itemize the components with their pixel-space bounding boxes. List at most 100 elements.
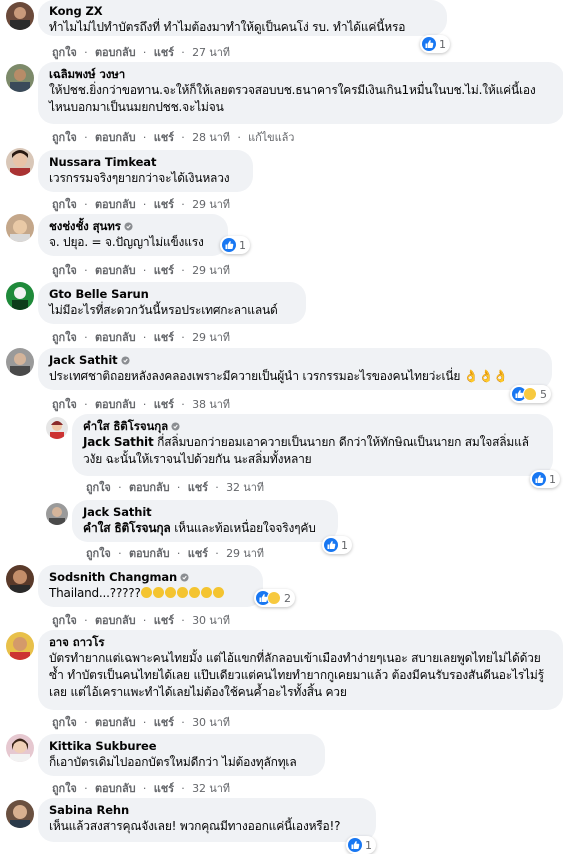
reply-button[interactable]: ตอบกลับ — [95, 46, 136, 59]
share-button[interactable]: แชร์ — [154, 198, 174, 211]
avatar[interactable] — [6, 800, 34, 828]
comment-time[interactable]: 38 นาที — [192, 398, 230, 411]
avatar[interactable] — [6, 734, 34, 762]
comment-time[interactable]: 29 นาที — [226, 547, 264, 560]
like-button[interactable]: ถูกใจ — [52, 331, 77, 344]
reply-button[interactable]: ตอบกลับ — [95, 264, 136, 277]
share-button[interactable]: แชร์ — [154, 331, 174, 344]
reply-button[interactable]: ตอบกลับ — [95, 614, 136, 627]
like-button[interactable]: ถูกใจ — [52, 46, 77, 59]
comment-text: บัตรทำยากแต่เฉพาะคนไทยมั้ง แต่ไอ้แขกที่ล… — [49, 651, 544, 699]
comment-text: Thailand...????? — [49, 585, 252, 602]
comment-time[interactable]: 30 นาที — [192, 614, 230, 627]
verified-icon — [124, 222, 133, 231]
avatar[interactable] — [6, 282, 34, 310]
comment-bubble: Kittika Sukburee ก็เอาบัตรเดิมไปออกบัตรใ… — [38, 734, 325, 776]
reply-button[interactable]: ตอบกลับ — [129, 547, 170, 560]
share-button[interactable]: แชร์ — [154, 614, 174, 627]
comment-author[interactable]: Gto Belle Sarun — [49, 287, 295, 302]
edited-label[interactable]: แก้ไขแล้ว — [248, 131, 294, 144]
comment-actions: ถูกใจ · ตอบกลับ · แชร์ · 38 นาที — [52, 398, 230, 411]
reply-button[interactable]: ตอบกลับ — [95, 131, 136, 144]
comment-time[interactable]: 32 นาที — [226, 481, 264, 494]
comment-bubble: เฉลิมพงษ์ วงษา ให้ปชช.ยิ่งกว่าขอทาน.จะให… — [38, 62, 563, 124]
comment-time[interactable]: 29 นาที — [192, 331, 230, 344]
comment-author[interactable]: Kong ZX — [49, 4, 436, 19]
comment-bubble: Kong ZX ทำไมไม่ไปทำบัตรถึงที่ ทำไมต้องมา… — [38, 0, 447, 36]
reply-button[interactable]: ตอบกลับ — [95, 716, 136, 729]
avatar[interactable] — [6, 348, 34, 376]
comment-actions: ถูกใจ · ตอบกลับ · แชร์ · 32 นาที — [52, 782, 230, 795]
comment-author[interactable]: Sodsnith Changman — [49, 570, 252, 585]
share-button[interactable]: แชร์ — [154, 46, 174, 59]
like-button[interactable]: ถูกใจ — [52, 716, 77, 729]
avatar[interactable] — [46, 503, 68, 525]
comment-time[interactable]: 28 นาที — [192, 131, 230, 144]
mention-link[interactable]: Jack Sathit — [83, 435, 154, 449]
avatar[interactable] — [6, 632, 34, 660]
avatar[interactable] — [6, 64, 34, 92]
comment-author[interactable]: คำใส ธิติโรจนกุล — [83, 419, 542, 434]
comment-author[interactable]: เฉลิมพงษ์ วงษา — [49, 67, 553, 82]
comment-author[interactable]: Kittika Sukburee — [49, 739, 314, 754]
comment-actions: ถูกใจ · ตอบกลับ · แชร์ · 30 นาที — [52, 716, 230, 729]
avatar[interactable] — [6, 565, 34, 593]
reply-button[interactable]: ตอบกลับ — [95, 398, 136, 411]
like-button[interactable]: ถูกใจ — [52, 264, 77, 277]
share-button[interactable]: แชร์ — [154, 264, 174, 277]
comment-actions: ถูกใจ · ตอบกลับ · แชร์ · 30 นาที — [52, 614, 230, 627]
comment-bubble: Jack Sathit ประเทศชาติถอยหลังลงคลองเพราะ… — [38, 348, 552, 390]
reaction-count[interactable]: 1 — [530, 470, 560, 488]
reaction-count[interactable]: 1 — [420, 35, 450, 53]
comment-author[interactable]: Jack Sathit — [49, 353, 541, 368]
share-button[interactable]: แชร์ — [154, 131, 174, 144]
like-reaction-icon — [422, 37, 436, 51]
reply-button[interactable]: ตอบกลับ — [95, 782, 136, 795]
like-button[interactable]: ถูกใจ — [52, 198, 77, 211]
avatar[interactable] — [6, 2, 34, 30]
share-button[interactable]: แชร์ — [154, 782, 174, 795]
comment-time[interactable]: 30 นาที — [192, 716, 230, 729]
like-button[interactable]: ถูกใจ — [86, 481, 111, 494]
avatar[interactable] — [6, 214, 34, 242]
comment-author[interactable]: อาจ ถาวโร — [49, 635, 552, 650]
share-button[interactable]: แชร์ — [188, 481, 208, 494]
like-button[interactable]: ถูกใจ — [52, 614, 77, 627]
mention-link[interactable]: คำใส ธิติโรจนกุล — [83, 521, 171, 535]
comment-bubble: Sabina Rehn เห็นแล้วสงสารคุณจังเลย! พวกค… — [38, 798, 376, 842]
like-button[interactable]: ถูกใจ — [52, 398, 77, 411]
comment-author[interactable]: Nussara Timkeat — [49, 155, 242, 170]
comment-author[interactable]: Jack Sathit — [83, 505, 327, 520]
comment-bubble: Gto Belle Sarun ไม่มีอะไรที่สะดวกวันนี้ห… — [38, 282, 306, 324]
avatar[interactable] — [6, 148, 34, 176]
reply-button[interactable]: ตอบกลับ — [95, 198, 136, 211]
reaction-count[interactable]: 5 — [510, 385, 551, 403]
haha-reaction-icon — [523, 387, 537, 401]
reaction-count[interactable]: 1 — [322, 536, 352, 554]
like-button[interactable]: ถูกใจ — [52, 131, 77, 144]
comment-time[interactable]: 32 นาที — [192, 782, 230, 795]
reaction-count[interactable]: 1 — [220, 236, 250, 254]
verified-icon — [180, 573, 189, 582]
share-button[interactable]: แชร์ — [154, 398, 174, 411]
like-button[interactable]: ถูกใจ — [52, 782, 77, 795]
avatar[interactable] — [46, 417, 68, 439]
comment-text: ประเทศชาติถอยหลังลงคลองเพราะมีควายเป็นผู… — [49, 369, 509, 383]
comment-time[interactable]: 29 นาที — [192, 264, 230, 277]
reaction-count[interactable]: 2 — [254, 589, 295, 607]
comment-time[interactable]: 29 นาที — [192, 198, 230, 211]
like-button[interactable]: ถูกใจ — [86, 547, 111, 560]
comment-bubble: Jack Sathit คำใส ธิติโรจนกุล เห็นและท้อเ… — [72, 500, 338, 542]
comment-bubble: อาจ ถาวโร บัตรทำยากแต่เฉพาะคนไทยมั้ง แต่… — [38, 630, 563, 710]
reaction-count[interactable]: 1 — [346, 836, 376, 854]
like-reaction-icon — [222, 238, 236, 252]
reply-button[interactable]: ตอบกลับ — [95, 331, 136, 344]
comment-author[interactable]: ชงช่งชั้ง สุนทร — [49, 219, 217, 234]
like-reaction-icon — [324, 538, 338, 552]
comment-bubble: Sodsnith Changman Thailand...????? — [38, 565, 263, 607]
share-button[interactable]: แชร์ — [188, 547, 208, 560]
comment-author[interactable]: Sabina Rehn — [49, 803, 365, 818]
comment-time[interactable]: 27 นาที — [192, 46, 230, 59]
reply-button[interactable]: ตอบกลับ — [129, 481, 170, 494]
share-button[interactable]: แชร์ — [154, 716, 174, 729]
